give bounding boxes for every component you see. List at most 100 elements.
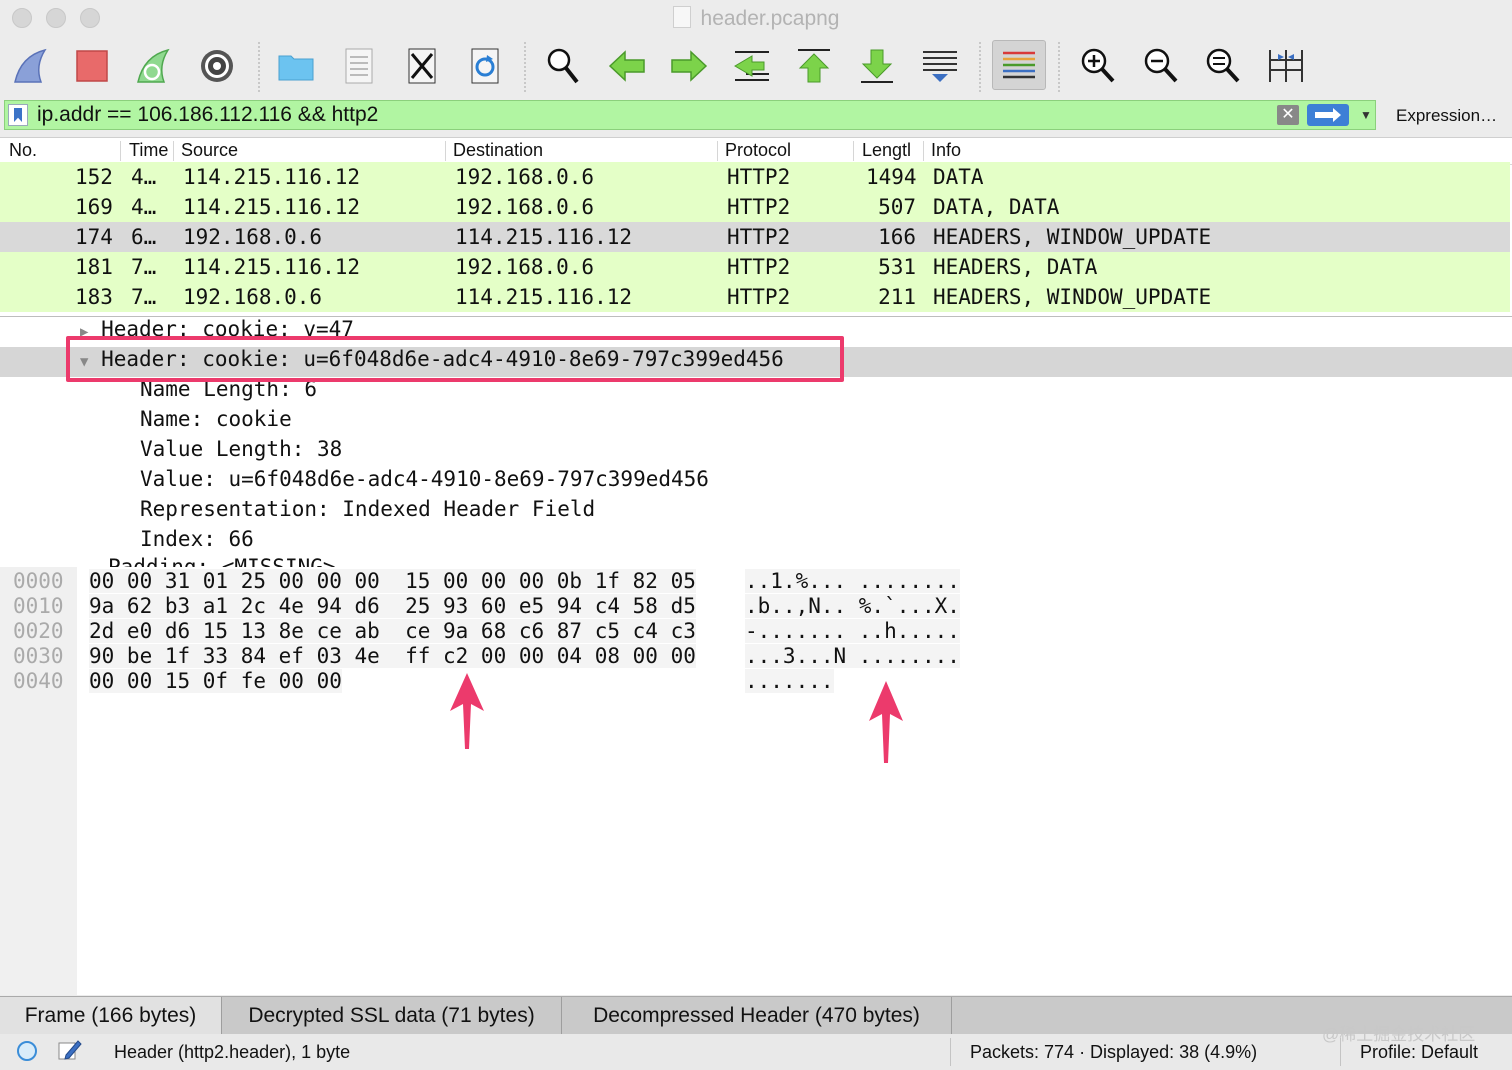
column-header-no[interactable]: No. (9, 140, 37, 161)
arrow-bottom-icon (861, 49, 893, 83)
tab-decrypted-ssl[interactable]: Decrypted SSL data (71 bytes) (222, 997, 562, 1034)
hex-ascii[interactable]: -....... ..h..... (745, 619, 960, 643)
tab-frame[interactable]: Frame (166 bytes) (0, 997, 222, 1034)
packet-destination: 192.168.0.6 (455, 195, 595, 219)
bookmark-icon[interactable] (8, 104, 28, 126)
packet-protocol: HTTP2 (727, 165, 791, 189)
detail-field[interactable]: Value: u=6f048d6e-adc4-4910-8e69-797c399… (140, 467, 709, 491)
apply-filter-button[interactable] (1307, 104, 1349, 126)
column-divider (717, 141, 718, 161)
packet-row[interactable]: 181 7… 114.215.116.12 192.168.0.6 HTTP2 … (0, 252, 1510, 282)
watermark: @稀土掘金技术社区 (1322, 1025, 1476, 1044)
resize-columns-button[interactable] (1264, 44, 1308, 88)
packet-row[interactable]: 183 7… 192.168.0.6 114.215.116.12 HTTP2 … (0, 282, 1510, 312)
display-filter-input[interactable]: ip.addr == 106.186.112.116 && http2 (37, 103, 378, 127)
binary-file-icon (345, 48, 373, 84)
colorize-icon (1003, 51, 1035, 79)
packet-destination: 192.168.0.6 (455, 255, 595, 279)
zoom-normal-button[interactable] (1201, 44, 1245, 88)
close-file-button[interactable] (400, 44, 444, 88)
packet-no: 174 (75, 225, 113, 249)
go-last-button[interactable] (855, 44, 899, 88)
save-file-button[interactable] (337, 44, 381, 88)
column-header-time[interactable]: Time (129, 140, 173, 161)
packet-no: 181 (75, 255, 113, 279)
colorize-button[interactable] (992, 40, 1046, 90)
column-divider (853, 141, 854, 161)
reload-file-button[interactable] (463, 44, 507, 88)
packet-time: 7… (131, 255, 157, 279)
restart-capture-button[interactable] (132, 44, 176, 88)
packet-no: 152 (75, 165, 113, 189)
stop-capture-button[interactable] (70, 44, 114, 88)
detail-field[interactable]: Index: 66 (140, 527, 254, 551)
open-file-button[interactable] (274, 44, 318, 88)
go-first-button[interactable] (792, 44, 836, 88)
status-divider (950, 1038, 951, 1066)
column-header-info[interactable]: Info (931, 140, 961, 161)
find-packet-button[interactable] (541, 44, 585, 88)
hex-bytes[interactable]: 00 00 31 01 25 00 00 00 15 00 00 00 0b 1… (89, 569, 696, 593)
column-header-destination[interactable]: Destination (453, 140, 543, 161)
go-back-button[interactable] (605, 44, 649, 88)
detail-field[interactable]: Representation: Indexed Header Field (140, 497, 595, 521)
hex-bytes[interactable]: 9a 62 b3 a1 2c 4e 94 d6 25 93 60 e5 94 c… (89, 594, 696, 618)
capture-options-button[interactable] (195, 44, 239, 88)
pencil-icon[interactable] (58, 1039, 82, 1061)
toolbar-separator (524, 42, 526, 92)
packet-row-selected[interactable]: 174 6… 192.168.0.6 114.215.116.12 HTTP2 … (0, 222, 1510, 252)
packet-length: 211 (878, 285, 916, 309)
tab-decompressed-header[interactable]: Decompressed Header (470 bytes) (562, 997, 952, 1034)
chevron-down-icon[interactable]: ▼ (1357, 105, 1375, 125)
packet-row[interactable]: 152 4… 114.215.116.12 192.168.0.6 HTTP2 … (0, 162, 1510, 192)
column-header-source[interactable]: Source (181, 140, 238, 161)
packet-row[interactable]: 169 4… 114.215.116.12 192.168.0.6 HTTP2 … (0, 192, 1510, 222)
packet-time: 6… (131, 225, 157, 249)
zoom-in-button[interactable] (1076, 44, 1120, 88)
display-filter-bar[interactable]: ip.addr == 106.186.112.116 && http2 ✕ ▼ (4, 100, 1376, 130)
hex-offset: 0010 (13, 594, 64, 618)
zoom-out-button[interactable] (1139, 44, 1183, 88)
hex-bytes[interactable]: 00 00 15 0f fe 00 00 (89, 669, 342, 693)
hex-ascii[interactable]: ....... (745, 669, 834, 693)
packet-time: 7… (131, 285, 157, 309)
go-forward-button[interactable] (667, 44, 711, 88)
packet-list-header: No. Time Source Destination Protocol Len… (0, 138, 1512, 165)
packet-length: 507 (878, 195, 916, 219)
resize-columns-icon (1269, 50, 1303, 82)
hex-ascii[interactable]: ...3...N ........ (745, 644, 960, 668)
hex-dump-pane: 0000 00 00 31 01 25 00 00 00 15 00 00 00… (0, 567, 1512, 995)
detail-field[interactable]: Name: cookie (140, 407, 292, 431)
packet-source: 114.215.116.12 (183, 195, 361, 219)
status-profile[interactable]: Profile: Default (1360, 1042, 1478, 1063)
detail-field[interactable]: Value Length: 38 (140, 437, 342, 461)
packet-info: HEADERS, WINDOW_UPDATE (933, 225, 1212, 249)
arrow-right-icon (671, 50, 708, 82)
hex-bytes[interactable]: 2d e0 d6 15 13 8e ce ab ce 9a 68 c6 87 c… (89, 619, 696, 643)
toolbar-separator (1058, 42, 1060, 92)
go-to-packet-button[interactable] (730, 44, 774, 88)
jump-to-icon (734, 51, 769, 81)
column-header-length[interactable]: Lengtl (862, 140, 920, 161)
expression-button[interactable]: Expression… (1396, 106, 1497, 126)
hex-ascii[interactable]: ..1.%... ........ (745, 569, 960, 593)
hex-ascii[interactable]: .b..,N.. %.`...X. (745, 594, 960, 618)
packet-info: DATA (933, 165, 984, 189)
packet-no: 183 (75, 285, 113, 309)
folder-icon (278, 55, 314, 81)
packet-protocol: HTTP2 (727, 225, 791, 249)
window-title: header.pcapng (0, 6, 1512, 31)
status-field-info: Header (http2.header), 1 byte (114, 1042, 351, 1062)
clear-filter-button[interactable]: ✕ (1277, 105, 1299, 125)
autoscroll-button[interactable] (918, 44, 962, 88)
highlight-annotation-box (66, 336, 844, 382)
expert-info-icon[interactable] (17, 1041, 37, 1061)
column-header-protocol[interactable]: Protocol (725, 140, 791, 161)
hex-bytes[interactable]: 90 be 1f 33 84 ef 03 4e ff c2 00 00 04 0… (89, 644, 696, 668)
zoom-normal-icon (1206, 48, 1240, 83)
annotation-arrow-up-icon (450, 673, 484, 749)
column-divider (120, 141, 121, 161)
hex-offset: 0040 (13, 669, 64, 693)
reload-icon (471, 48, 499, 84)
start-capture-button[interactable] (9, 44, 53, 88)
